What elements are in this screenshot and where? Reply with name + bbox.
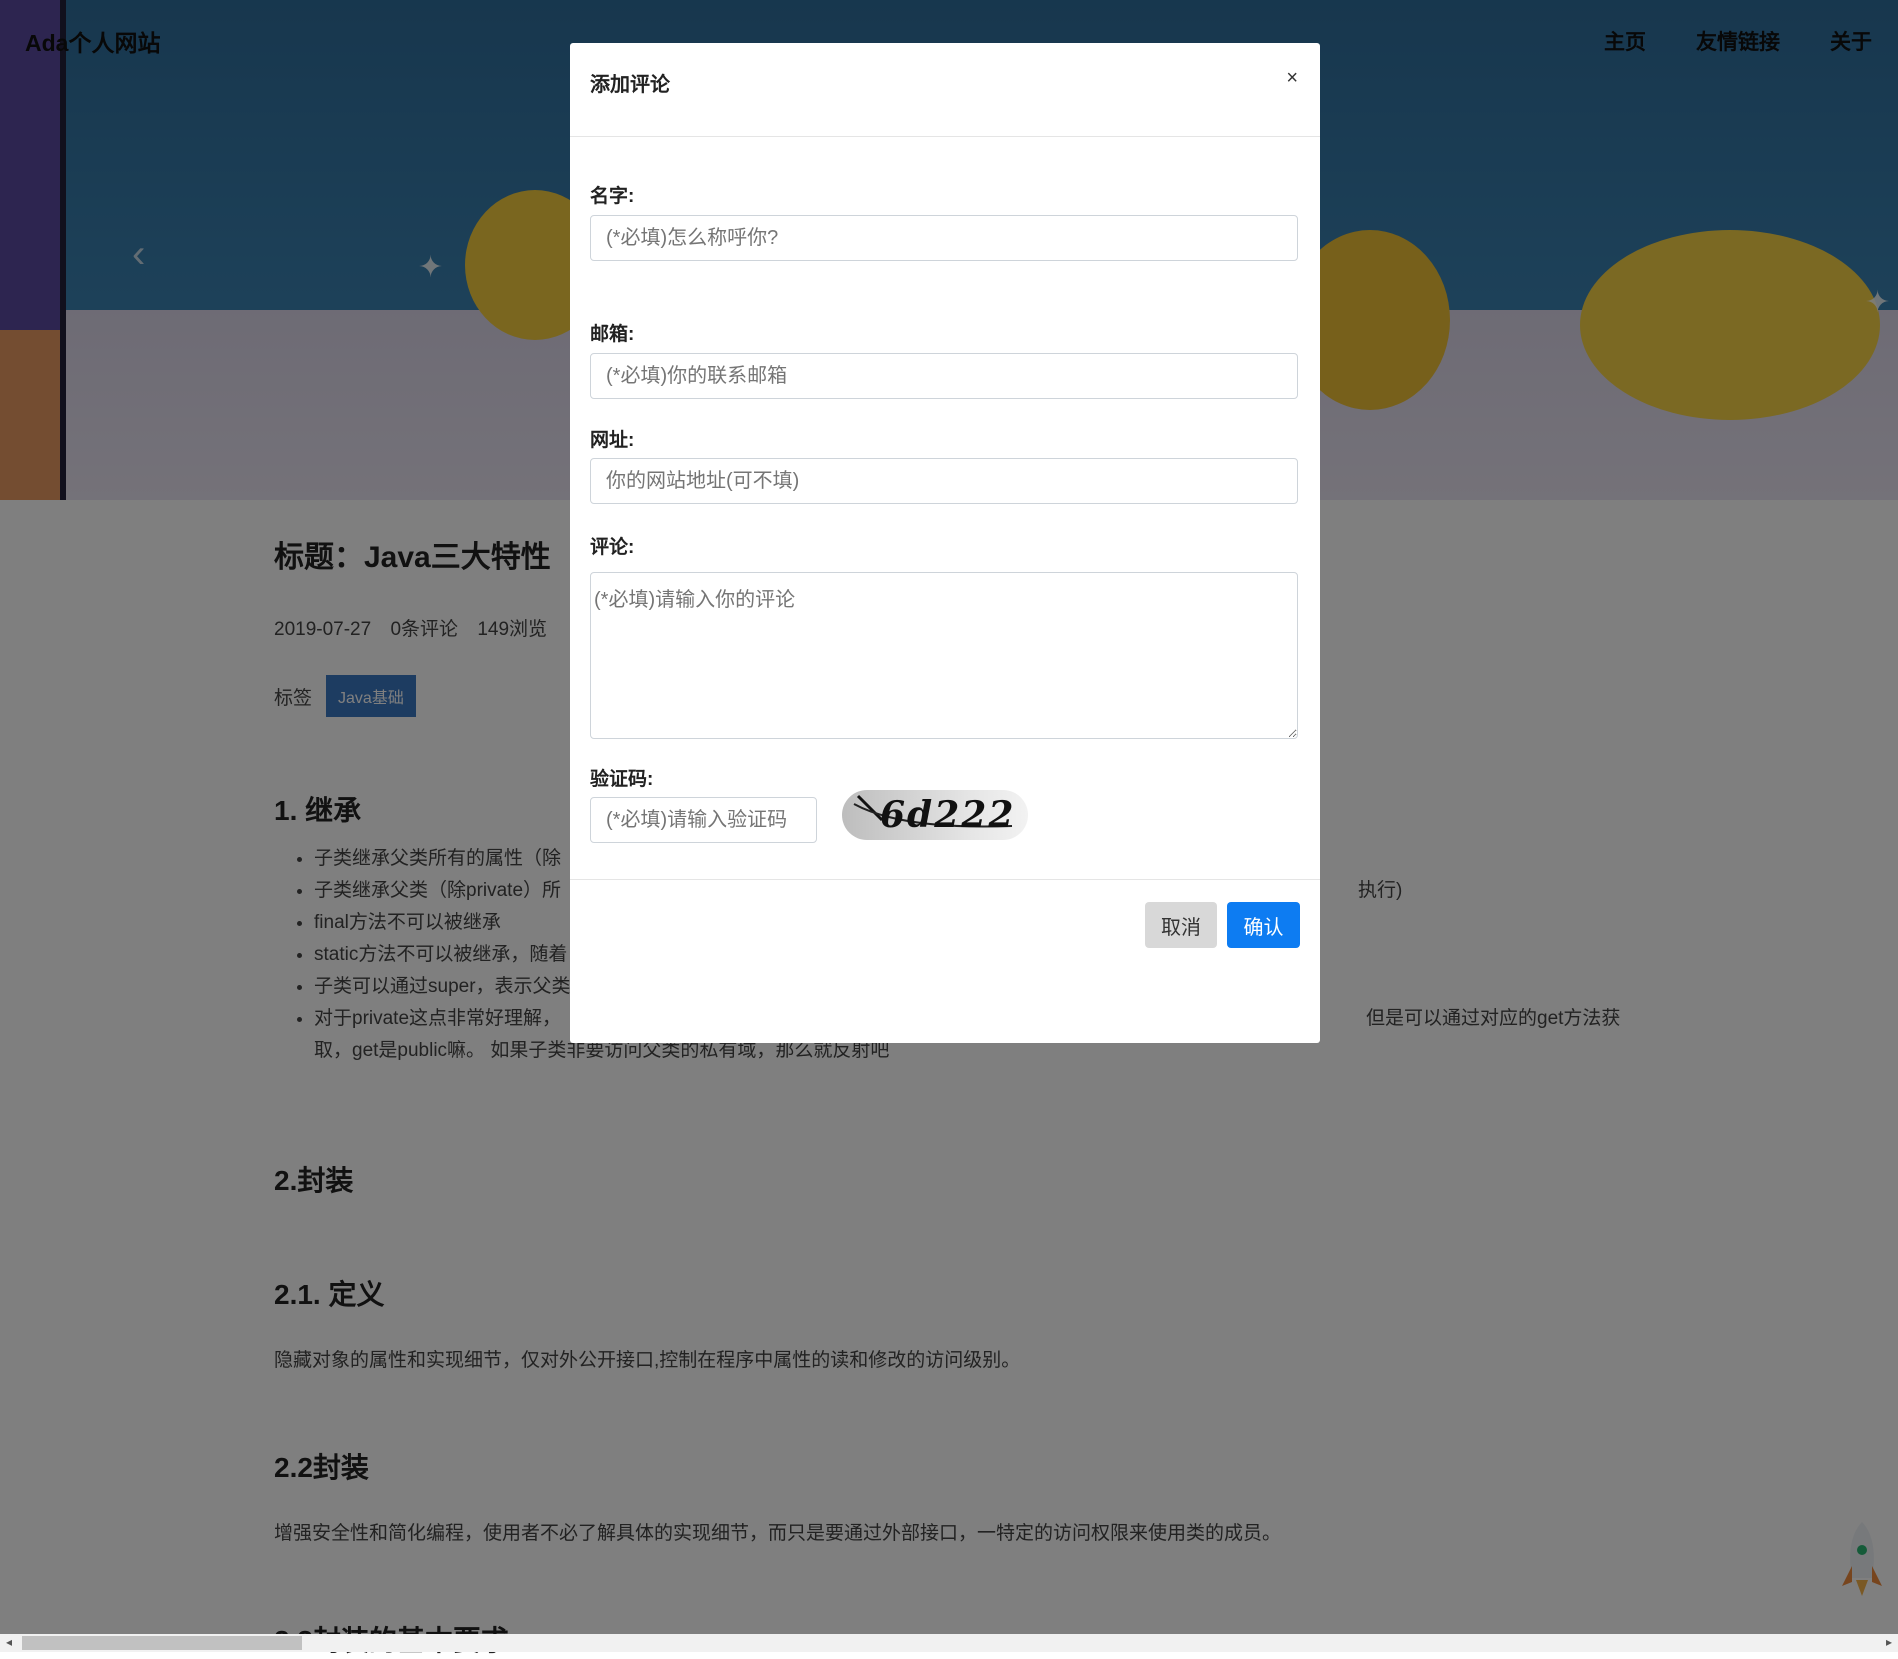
comment-textarea[interactable] [590,572,1298,739]
confirm-button[interactable]: 确认 [1227,902,1300,948]
name-input[interactable] [590,215,1298,261]
scroll-left-icon[interactable]: ◂ [6,1635,12,1649]
captcha-label: 验证码: [590,769,654,790]
captcha-input[interactable] [590,797,817,843]
scrollbar-thumb[interactable] [22,1636,302,1650]
url-label: 网址: [590,430,635,451]
comment-label: 评论: [590,537,635,558]
scroll-right-icon[interactable]: ▸ [1886,1635,1892,1649]
name-label: 名字: [590,186,635,207]
modal-header: 添加评论 × [570,43,1320,137]
cancel-button[interactable]: 取消 [1145,902,1217,948]
url-input[interactable] [590,458,1298,504]
add-comment-modal: 添加评论 × 名字: 邮箱: 网址: 评论: 验证码: 6d222 取消 确认 [570,43,1320,1043]
modal-footer-divider [570,879,1320,881]
captcha-image[interactable]: 6d222 [842,790,1028,840]
email-label: 邮箱: [590,324,635,345]
modal-title: 添加评论 [590,74,670,96]
captcha-text: 6d222 [880,794,1016,836]
close-icon[interactable]: × [1286,67,1298,90]
horizontal-scrollbar[interactable]: ◂ ▸ [0,1634,1898,1652]
email-input[interactable] [590,353,1298,399]
